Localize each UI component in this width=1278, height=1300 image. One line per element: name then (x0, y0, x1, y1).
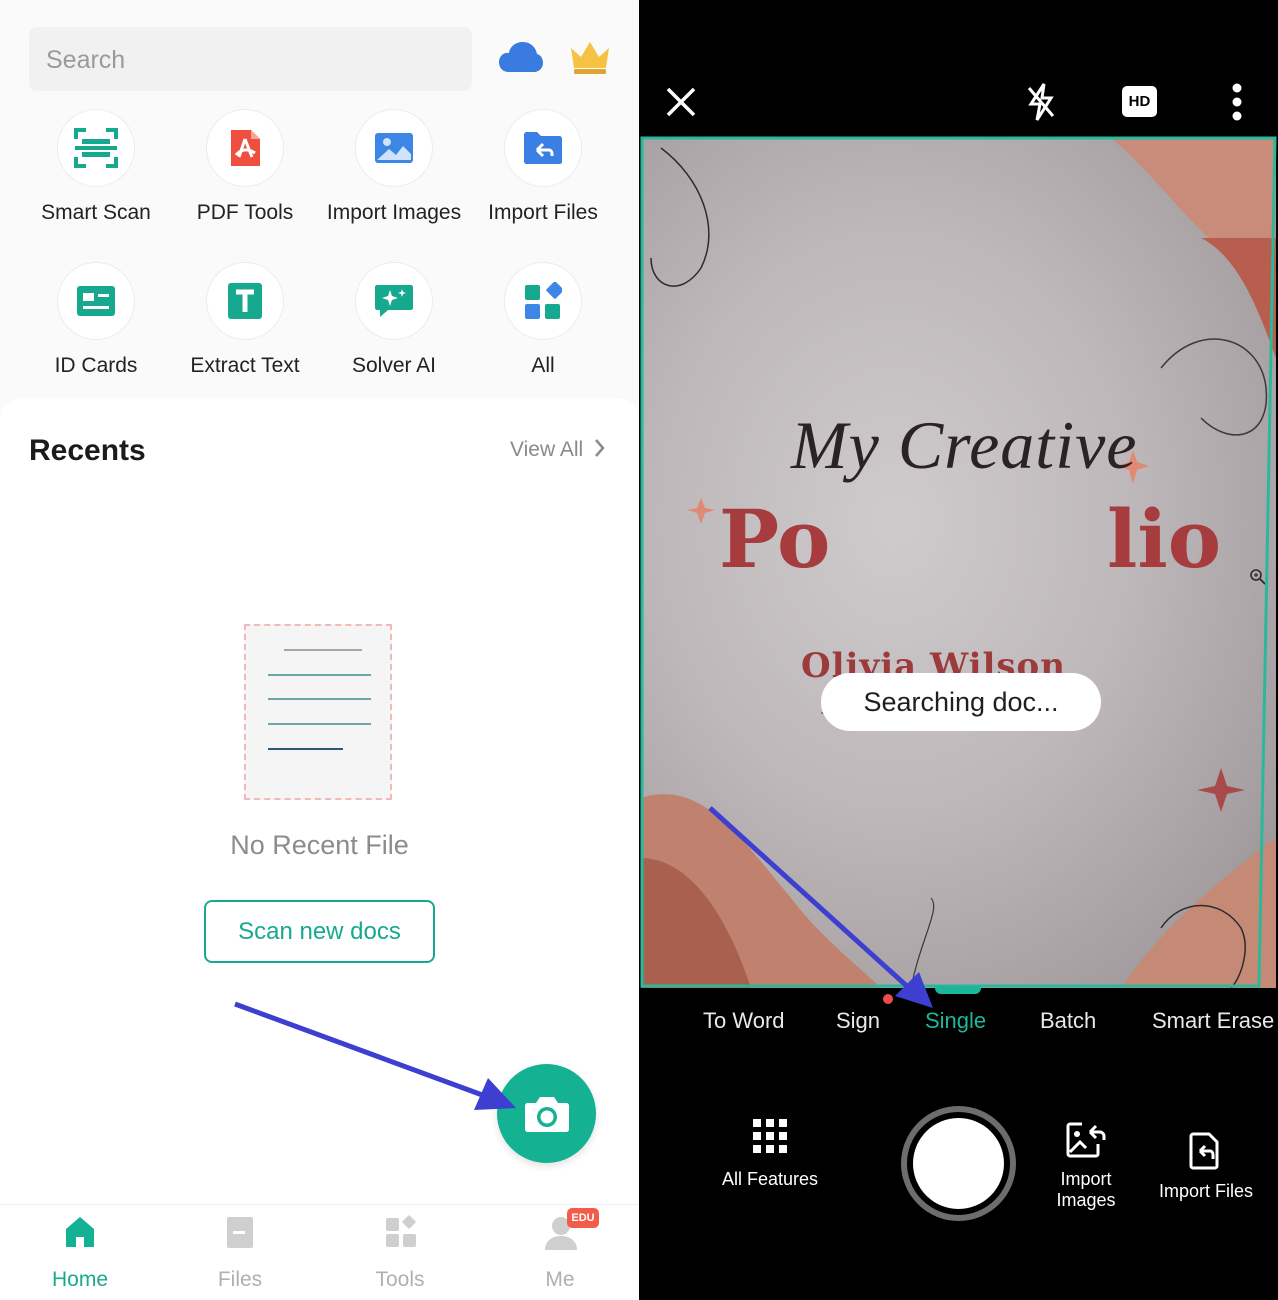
files-icon (224, 1215, 256, 1254)
tool-import-images[interactable]: Import Images (319, 110, 469, 225)
mode-sign[interactable]: Sign (836, 1008, 880, 1034)
nav-label: Me (545, 1268, 575, 1291)
mode-batch[interactable]: Batch (1040, 1008, 1096, 1034)
mode-smart-erase[interactable]: Smart Erase (1152, 1008, 1274, 1034)
view-all-link[interactable]: View All (510, 438, 583, 462)
close-icon[interactable] (665, 86, 697, 123)
chevron-right-icon[interactable] (594, 438, 606, 463)
edu-badge: EDU (567, 1208, 599, 1228)
tool-label: ID Cards (54, 354, 138, 377)
search-placeholder: Search (46, 46, 126, 74)
active-mode-indicator (935, 986, 981, 994)
tool-label: Smart Scan (41, 201, 151, 224)
tool-label: Solver AI (351, 354, 437, 377)
tool-all[interactable]: All (468, 263, 618, 378)
flash-off-icon[interactable] (1025, 82, 1057, 127)
folder-import-icon (505, 110, 581, 186)
hd-toggle[interactable]: HD (1122, 86, 1157, 117)
tool-label: Import Images (326, 201, 462, 224)
document-detection-frame (640, 136, 1277, 988)
import-files-label: Import Files (1158, 1181, 1254, 1201)
all-features-button[interactable]: All Features (709, 1118, 831, 1190)
pdf-icon (207, 110, 283, 186)
camera-fab-button[interactable] (497, 1064, 596, 1163)
camera-icon (524, 1096, 569, 1132)
more-options-icon[interactable] (1231, 83, 1243, 126)
mode-single[interactable]: Single (925, 1008, 986, 1034)
import-files-icon (1189, 1132, 1219, 1170)
import-images-button[interactable]: Import Images (1051, 1122, 1121, 1211)
import-images-icon (1066, 1122, 1106, 1158)
tool-label: Import Files (488, 201, 598, 224)
tool-label: PDF Tools (196, 201, 294, 224)
tool-extract-text[interactable]: Extract Text (170, 263, 320, 378)
image-icon (356, 110, 432, 186)
bottom-navigation: Home Files Tools Me (0, 1204, 639, 1300)
tool-label: All (531, 354, 555, 377)
tool-solver-ai[interactable]: Solver AI (319, 263, 469, 378)
home-icon (64, 1215, 96, 1254)
empty-document-illustration (244, 624, 392, 800)
nav-label: Tools (375, 1268, 425, 1291)
home-screen: Search Smart Scan PDF Tools Import Image… (0, 0, 639, 1300)
no-recent-file-text: No Recent File (230, 830, 409, 860)
mode-to-word[interactable]: To Word (703, 1008, 785, 1034)
tool-pdf-tools[interactable]: PDF Tools (170, 110, 320, 225)
text-icon (207, 263, 283, 339)
nav-files[interactable]: Files (160, 1205, 320, 1300)
grid-dots-icon (753, 1119, 787, 1153)
tool-smart-scan[interactable]: Smart Scan (21, 110, 171, 225)
nav-me[interactable]: Me (480, 1205, 639, 1300)
all-features-label: All Features (721, 1169, 819, 1189)
nav-label: Home (51, 1268, 109, 1291)
solver-ai-icon (356, 263, 432, 339)
capture-mode-selector: To Word Sign Single Batch Smart Erase (639, 1000, 1278, 1044)
tool-label: Extract Text (190, 354, 300, 377)
camera-screen: HD My Creative Po lio Olivia Wilson Sear… (639, 0, 1278, 1300)
smart-scan-icon (58, 110, 134, 186)
cloud-icon[interactable] (498, 40, 544, 79)
tool-import-files[interactable]: Import Files (468, 110, 618, 225)
tool-id-cards[interactable]: ID Cards (21, 263, 171, 378)
recents-title: Recents (29, 434, 146, 467)
crown-icon[interactable] (568, 38, 612, 81)
import-images-label: Import Images (1056, 1169, 1116, 1210)
scan-new-docs-button[interactable]: Scan new docs (204, 900, 435, 963)
nav-home[interactable]: Home (0, 1205, 160, 1300)
shutter-button[interactable] (901, 1106, 1016, 1221)
tools-icon (384, 1215, 418, 1254)
import-files-button[interactable]: Import Files (1151, 1132, 1261, 1202)
grid-icon (505, 263, 581, 339)
search-input[interactable]: Search (29, 27, 472, 91)
id-card-icon (58, 263, 134, 339)
nav-label: Files (217, 1268, 263, 1291)
nav-tools[interactable]: Tools (320, 1205, 480, 1300)
shutter-inner (913, 1118, 1004, 1209)
